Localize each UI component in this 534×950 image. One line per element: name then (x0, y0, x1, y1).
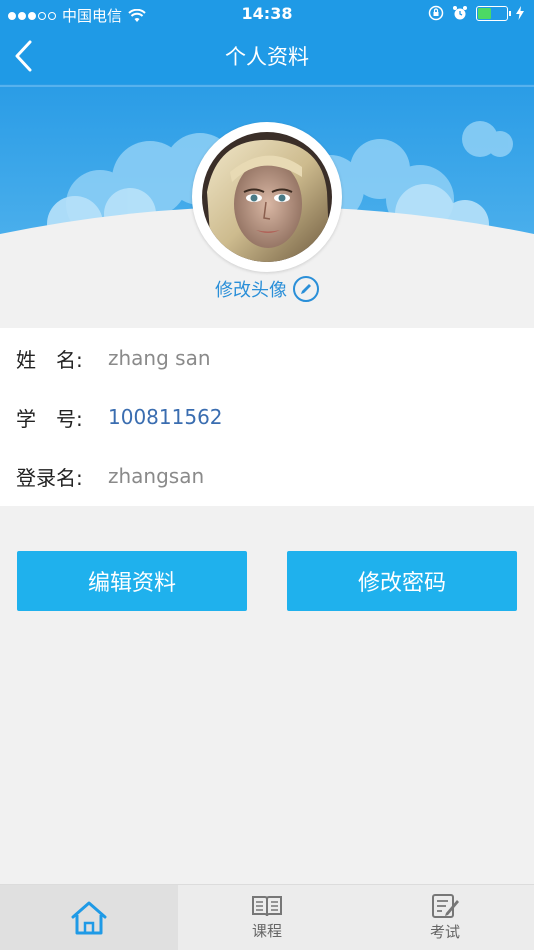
profile-info-card: 姓 名: zhang san 学 号: 100811562 登录名: zhang… (0, 328, 534, 506)
tab-courses-label: 课程 (251, 922, 282, 940)
tab-bar: 课程 考试 (0, 884, 534, 950)
edit-avatar-label: 修改头像 (215, 280, 287, 301)
battery-icon (476, 5, 511, 21)
tab-home[interactable] (0, 885, 178, 950)
navigation-bar: 个人资料 (0, 28, 534, 84)
page-title: 个人资料 (225, 45, 309, 69)
login-name-label: 登录名: (16, 465, 83, 490)
name-label: 姓 名: (16, 347, 83, 372)
charging-icon (516, 6, 524, 20)
info-row-student-id: 学 号: 100811562 (0, 397, 534, 437)
student-id-value: 100811562 (108, 405, 223, 429)
alarm-icon (453, 6, 467, 20)
edit-avatar-button[interactable]: 修改头像 (0, 274, 534, 304)
home-icon (71, 901, 107, 934)
edit-profile-button[interactable]: 编辑资料 (17, 551, 247, 611)
exam-icon (432, 894, 459, 918)
avatar-portrait-image (202, 132, 332, 262)
tab-exams-label: 考试 (429, 923, 460, 941)
orientation-lock-icon (428, 5, 444, 21)
info-row-name: 姓 名: zhang san (0, 338, 534, 378)
login-name-value: zhangsan (108, 464, 205, 488)
avatar-frame (192, 122, 342, 272)
status-right (428, 5, 524, 21)
avatar[interactable] (202, 132, 332, 262)
student-id-label: 学 号: (16, 406, 83, 431)
status-bar: 中国电信 14:38 (0, 0, 534, 28)
tab-courses[interactable]: 课程 (178, 885, 356, 950)
book-icon (252, 896, 282, 917)
info-row-login-name: 登录名: zhangsan (0, 456, 534, 496)
pencil-icon (293, 276, 319, 302)
name-value: zhang san (108, 346, 211, 370)
tab-exams[interactable]: 考试 (356, 885, 534, 950)
change-password-button[interactable]: 修改密码 (287, 551, 517, 611)
